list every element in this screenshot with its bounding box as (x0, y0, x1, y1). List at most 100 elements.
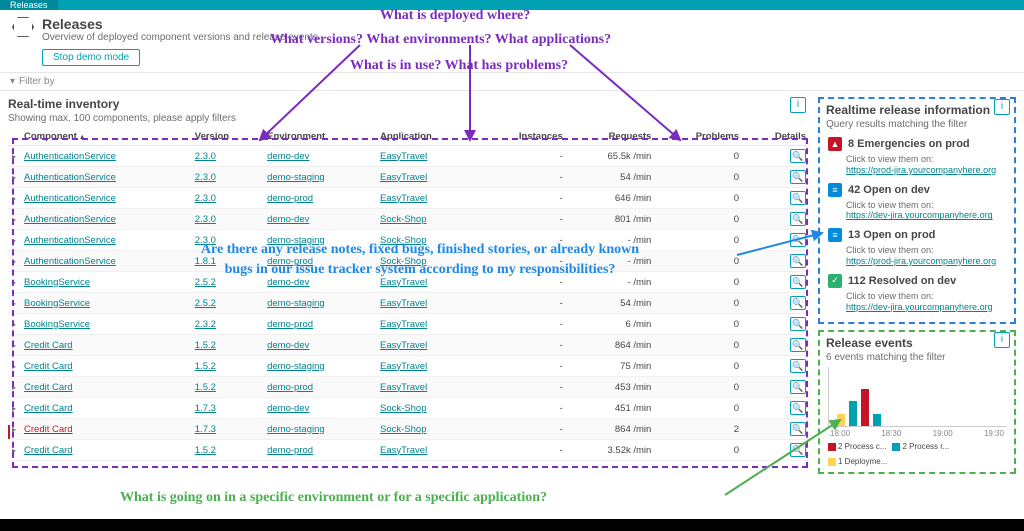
component-link[interactable]: BookingService (24, 277, 90, 288)
col-application[interactable]: Application (376, 128, 478, 146)
component-link[interactable]: AuthenticationService (24, 214, 116, 225)
expand-toggle-icon[interactable]: ▸ (8, 419, 20, 440)
alert-item[interactable]: ≡13 Open on prod (826, 225, 1008, 245)
version-link[interactable]: 2.5.2 (195, 298, 216, 309)
expand-toggle-icon[interactable]: ▸ (8, 314, 20, 335)
component-link[interactable]: Credit Card (24, 361, 73, 372)
expand-toggle-icon[interactable]: ▸ (8, 230, 20, 251)
table-row[interactable]: ▸BookingService2.5.2demo-stagingEasyTrav… (8, 293, 810, 314)
details-magnifier-icon[interactable]: 🔍 (790, 254, 806, 268)
table-row[interactable]: ▸Credit Card1.5.2demo-devEasyTravel-864 … (8, 335, 810, 356)
realtime-info-button[interactable]: i (994, 99, 1010, 115)
application-link[interactable]: EasyTravel (380, 319, 427, 330)
component-link[interactable]: AuthenticationService (24, 256, 116, 267)
expand-toggle-icon[interactable]: ▸ (8, 167, 20, 188)
chart-bar[interactable] (873, 414, 881, 427)
environment-link[interactable]: demo-prod (267, 256, 313, 267)
expand-toggle-icon[interactable]: ▸ (8, 188, 20, 209)
expand-toggle-icon[interactable]: ▸ (8, 209, 20, 230)
application-link[interactable]: Sock-Shop (380, 235, 426, 246)
component-link[interactable]: AuthenticationService (24, 172, 116, 183)
component-link[interactable]: AuthenticationService (24, 235, 116, 246)
version-link[interactable]: 1.8.1 (195, 256, 216, 267)
component-link[interactable]: BookingService (24, 319, 90, 330)
version-link[interactable]: 1.7.3 (195, 403, 216, 414)
application-link[interactable]: EasyTravel (380, 340, 427, 351)
expand-toggle-icon[interactable]: ▸ (8, 293, 20, 314)
expand-toggle-icon[interactable]: ▸ (8, 377, 20, 398)
expand-toggle-icon[interactable]: ▸ (8, 146, 20, 167)
expand-toggle-icon[interactable]: ▸ (8, 440, 20, 461)
chart-bar[interactable] (861, 389, 869, 427)
details-magnifier-icon[interactable]: 🔍 (790, 296, 806, 310)
table-row[interactable]: ▸ AuthenticationService 1.8.1 demo-prod Sock… (8, 251, 810, 272)
version-link[interactable]: 2.3.2 (195, 319, 216, 330)
inventory-info-button[interactable]: i (790, 97, 806, 113)
details-magnifier-icon[interactable]: 🔍 (790, 359, 806, 373)
expand-toggle-icon[interactable]: ▸ (8, 398, 20, 419)
application-link[interactable]: Sock-Shop (380, 424, 426, 435)
component-link[interactable]: AuthenticationService (24, 151, 116, 162)
alert-link[interactable]: https://prod-jira.yourcompanyhere.org (846, 165, 996, 175)
details-magnifier-icon[interactable]: 🔍 (790, 233, 806, 247)
col-requests[interactable]: Requests (567, 128, 656, 146)
version-link[interactable]: 2.3.0 (195, 235, 216, 246)
version-link[interactable]: 2.3.0 (195, 172, 216, 183)
alert-item[interactable]: ▲8 Emergencies on prod (826, 134, 1008, 154)
alert-link[interactable]: https://dev-jira.yourcompanyhere.org (846, 210, 993, 220)
application-link[interactable]: Sock-Shop (380, 256, 426, 267)
environment-link[interactable]: demo-prod (267, 445, 313, 456)
table-row[interactable]: ▸AuthenticationService2.3.0demo-stagingE… (8, 167, 810, 188)
version-link[interactable]: 1.5.2 (195, 382, 216, 393)
application-link[interactable]: EasyTravel (380, 277, 427, 288)
chart-bar[interactable] (849, 401, 857, 426)
details-magnifier-icon[interactable]: 🔍 (790, 191, 806, 205)
details-magnifier-icon[interactable]: 🔍 (790, 401, 806, 415)
table-row[interactable]: ▸ AuthenticationService 2.3.0 demo-staging S… (8, 230, 810, 251)
environment-link[interactable]: demo-dev (267, 403, 309, 414)
details-magnifier-icon[interactable]: 🔍 (790, 422, 806, 436)
legend-item[interactable]: 2 Process c... (828, 442, 886, 451)
table-row[interactable]: ▸BookingService2.5.2demo-devEasyTravel--… (8, 272, 810, 293)
component-link[interactable]: Credit Card (24, 424, 73, 435)
col-problems[interactable]: Problems (655, 128, 743, 146)
application-link[interactable]: EasyTravel (380, 151, 427, 162)
expand-toggle-icon[interactable]: ▸ (8, 272, 20, 293)
version-link[interactable]: 1.7.3 (195, 424, 216, 435)
application-link[interactable]: EasyTravel (380, 361, 427, 372)
application-link[interactable]: EasyTravel (380, 382, 427, 393)
table-row[interactable]: ▸BookingService2.3.2demo-prodEasyTravel-… (8, 314, 810, 335)
col-environment[interactable]: Environment (263, 128, 376, 146)
application-link[interactable]: EasyTravel (380, 193, 427, 204)
environment-link[interactable]: demo-staging (267, 172, 325, 183)
environment-link[interactable]: demo-staging (267, 424, 325, 435)
environment-link[interactable]: demo-dev (267, 277, 309, 288)
environment-link[interactable]: demo-staging (267, 361, 325, 372)
events-info-button[interactable]: i (994, 332, 1010, 348)
application-link[interactable]: Sock-Shop (380, 403, 426, 414)
application-link[interactable]: EasyTravel (380, 445, 427, 456)
environment-link[interactable]: demo-prod (267, 382, 313, 393)
col-component[interactable]: Component▲ (20, 128, 191, 146)
tab-releases[interactable]: Releases (0, 0, 58, 10)
environment-link[interactable]: demo-prod (267, 193, 313, 204)
environment-link[interactable]: demo-staging (267, 235, 325, 246)
table-row[interactable]: ▸Credit Card1.7.3demo-devSock-Shop-451 /… (8, 398, 810, 419)
details-magnifier-icon[interactable]: 🔍 (790, 149, 806, 163)
component-link[interactable]: Credit Card (24, 403, 73, 414)
environment-link[interactable]: demo-dev (267, 340, 309, 351)
legend-item[interactable]: 1 Deployme... (828, 457, 887, 466)
details-magnifier-icon[interactable]: 🔍 (790, 275, 806, 289)
table-row[interactable]: ▸Credit Card1.5.2demo-stagingEasyTravel-… (8, 356, 810, 377)
application-link[interactable]: Sock-Shop (380, 214, 426, 225)
legend-item[interactable]: 2 Process r... (892, 442, 949, 451)
expand-toggle-icon[interactable]: ▸ (8, 251, 20, 272)
table-row[interactable]: ▸Credit Card1.5.2demo-prodEasyTravel-453… (8, 377, 810, 398)
table-row[interactable]: ▸AuthenticationService2.3.0demo-devEasyT… (8, 146, 810, 167)
version-link[interactable]: 2.5.2 (195, 277, 216, 288)
stop-demo-button[interactable]: Stop demo mode (42, 49, 140, 66)
version-link[interactable]: 2.3.0 (195, 193, 216, 204)
environment-link[interactable]: demo-prod (267, 319, 313, 330)
col-version[interactable]: Version (191, 128, 263, 146)
component-link[interactable]: AuthenticationService (24, 193, 116, 204)
